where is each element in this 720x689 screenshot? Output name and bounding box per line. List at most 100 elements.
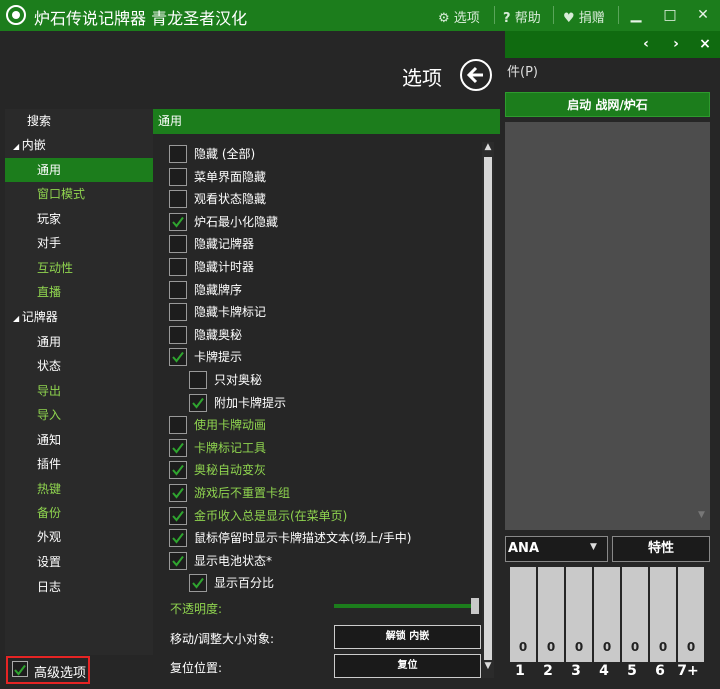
- opacity-slider-thumb[interactable]: [471, 598, 480, 614]
- option-checkbox[interactable]: [169, 234, 187, 253]
- option-label: 隐藏卡牌标记: [194, 305, 267, 319]
- window-title: 炉石传说记牌器 青龙圣者汉化: [34, 9, 248, 28]
- sidebar-item-label: 互动性: [37, 261, 74, 275]
- sidebar-item[interactable]: 日志: [5, 575, 153, 599]
- scrollbar-thumb[interactable]: [484, 157, 492, 660]
- advanced-options-checkbox[interactable]: [12, 661, 28, 677]
- option-checkbox[interactable]: [169, 347, 187, 366]
- option-row[interactable]: 金币收入总是显示(在菜单页): [169, 505, 347, 525]
- sidebar-item[interactable]: 外观: [5, 525, 153, 549]
- option-checkbox[interactable]: [169, 325, 187, 344]
- back-button[interactable]: [460, 59, 492, 91]
- feature-button[interactable]: 特性: [612, 536, 710, 562]
- sidebar-item[interactable]: 通用: [5, 330, 153, 354]
- sidebar-item-label: 通用: [37, 163, 62, 177]
- option-row[interactable]: 显示百分比: [189, 572, 274, 592]
- sidebar-item[interactable]: 导出: [5, 379, 153, 403]
- option-row[interactable]: 使用卡牌动画: [169, 414, 266, 434]
- sidebar-item[interactable]: 通知: [5, 428, 153, 452]
- opacity-slider-track[interactable]: [334, 604, 474, 608]
- mana-count: 0: [574, 640, 584, 654]
- options-link-label: 选项: [453, 11, 480, 26]
- mana-cost-label: 6: [655, 663, 665, 679]
- options-link[interactable]: ⚙ 选项: [438, 7, 480, 26]
- option-checkbox[interactable]: [169, 280, 187, 299]
- option-row[interactable]: 隐藏计时器: [169, 256, 254, 276]
- scroll-down-arrow-icon[interactable]: ▼: [482, 661, 494, 675]
- section-header: 通用: [153, 109, 500, 134]
- option-row[interactable]: 卡牌提示: [169, 346, 242, 366]
- option-label: 隐藏记牌器: [194, 237, 255, 251]
- sidebar-item[interactable]: 玩家: [5, 207, 153, 231]
- option-checkbox[interactable]: [169, 302, 187, 321]
- option-checkbox[interactable]: [169, 528, 187, 547]
- option-checkbox[interactable]: [169, 460, 187, 479]
- option-row[interactable]: 隐藏 (全部): [169, 143, 255, 163]
- sidebar-group[interactable]: ◢ 记牌器: [5, 305, 153, 329]
- option-checkbox[interactable]: [169, 257, 187, 276]
- sidebar-item[interactable]: 设置: [5, 550, 153, 574]
- option-checkbox[interactable]: [189, 370, 207, 389]
- launch-battlenet-button[interactable]: 启动 战网/炉石: [505, 92, 710, 117]
- option-checkbox[interactable]: [169, 189, 187, 208]
- sidebar-item[interactable]: 直播: [5, 280, 153, 304]
- option-checkbox[interactable]: [169, 415, 187, 434]
- option-checkbox[interactable]: [189, 573, 207, 592]
- sidebar-item[interactable]: 通用: [5, 158, 153, 182]
- option-row[interactable]: 菜单界面隐藏: [169, 166, 266, 186]
- option-row[interactable]: 隐藏奥秘: [169, 324, 242, 344]
- option-checkbox[interactable]: [169, 551, 187, 570]
- sidebar-item[interactable]: 对手: [5, 231, 153, 255]
- option-checkbox[interactable]: [169, 144, 187, 163]
- sidebar-item-label: 内嵌: [21, 138, 46, 152]
- close-icon[interactable]: ✕: [692, 4, 714, 26]
- maximize-icon[interactable]: □: [659, 4, 681, 26]
- option-row[interactable]: 观看状态隐藏: [169, 188, 266, 208]
- option-label: 菜单界面隐藏: [194, 170, 267, 184]
- minimize-icon[interactable]: ▁: [625, 4, 647, 26]
- scroll-up-arrow-icon[interactable]: ▲: [482, 142, 494, 156]
- option-checkbox[interactable]: [189, 393, 207, 412]
- mana-count: 0: [546, 640, 556, 654]
- donate-link[interactable]: ♥ 捐赠: [563, 7, 605, 26]
- sidebar-item-label: 直播: [37, 285, 62, 299]
- option-row[interactable]: 隐藏卡牌标记: [169, 301, 266, 321]
- option-checkbox[interactable]: [169, 483, 187, 502]
- option-row[interactable]: 鼠标停留时显示卡牌描述文本(场上/手中): [169, 527, 411, 547]
- app-logo-icon: [6, 5, 26, 25]
- option-label: 隐藏 (全部): [194, 147, 256, 161]
- option-row[interactable]: 只对奥秘: [189, 369, 262, 389]
- option-row[interactable]: 附加卡牌提示: [189, 392, 286, 412]
- chevron-right-icon[interactable]: ›: [667, 34, 685, 54]
- close-panel-icon[interactable]: ×: [696, 34, 714, 54]
- option-row[interactable]: 显示电池状态*: [169, 550, 272, 570]
- sidebar-item[interactable]: 状态: [5, 354, 153, 378]
- reset-position-button[interactable]: 复位: [334, 654, 481, 678]
- help-link[interactable]: ? 帮助: [503, 7, 541, 26]
- option-row[interactable]: 炉石最小化隐藏: [169, 211, 278, 231]
- scroll-down-arrow-icon[interactable]: ▼: [698, 510, 708, 522]
- sidebar-item[interactable]: 热键: [5, 477, 153, 501]
- option-row[interactable]: 隐藏牌序: [169, 279, 242, 299]
- sidebar-item-search[interactable]: 搜索: [5, 109, 153, 133]
- unlock-overlay-button[interactable]: 解锁 内嵌: [334, 625, 481, 649]
- sidebar-item[interactable]: 窗口模式: [5, 182, 153, 206]
- sidebar-item[interactable]: 导入: [5, 403, 153, 427]
- options-title: 选项: [402, 66, 442, 90]
- menu-item-fragment[interactable]: 件(P): [507, 61, 538, 80]
- option-checkbox[interactable]: [169, 212, 187, 231]
- option-row[interactable]: 卡牌标记工具: [169, 437, 266, 457]
- sidebar-item[interactable]: 插件: [5, 452, 153, 476]
- option-checkbox[interactable]: [169, 167, 187, 186]
- option-row[interactable]: 隐藏记牌器: [169, 233, 254, 253]
- reset-position-label: 复位位置:: [170, 661, 223, 675]
- sidebar-group[interactable]: ◢ 内嵌: [5, 133, 153, 157]
- chevron-left-icon[interactable]: ‹: [637, 34, 655, 54]
- option-checkbox[interactable]: [169, 438, 187, 457]
- sidebar-item-label: 窗口模式: [37, 187, 86, 201]
- option-row[interactable]: 游戏后不重置卡组: [169, 482, 290, 502]
- sidebar-item[interactable]: 备份: [5, 501, 153, 525]
- option-checkbox[interactable]: [169, 506, 187, 525]
- sidebar-item[interactable]: 互动性: [5, 256, 153, 280]
- option-row[interactable]: 奥秘自动变灰: [169, 459, 266, 479]
